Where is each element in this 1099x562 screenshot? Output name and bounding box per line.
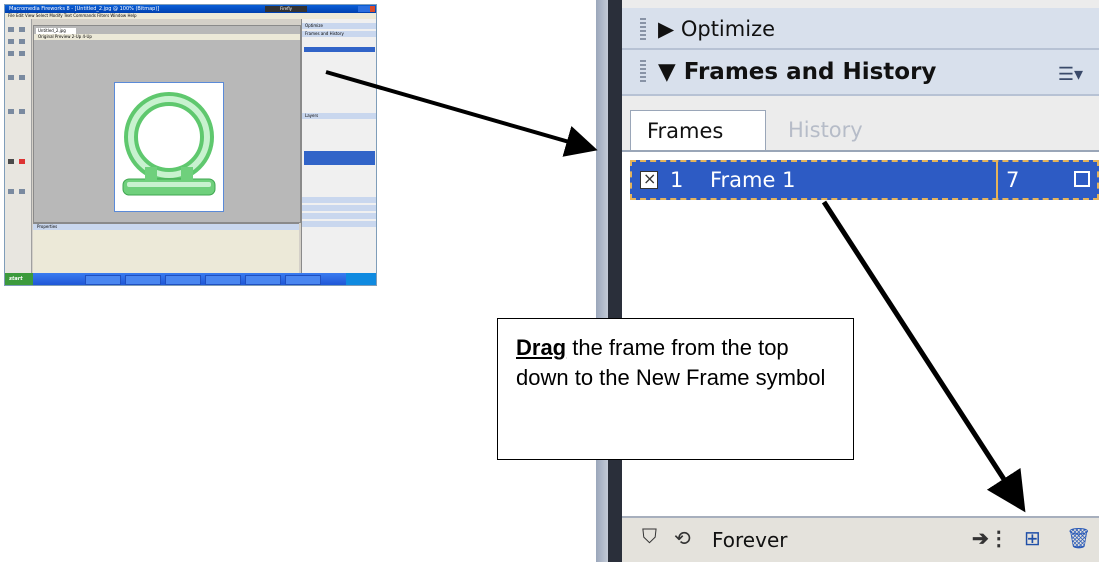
hotspot-tool-icon[interactable] [19,109,25,114]
thumb-panel-header[interactable] [302,205,376,211]
frames-history-panel-header[interactable]: ▼ Frames and History ☰▾ [622,50,1099,96]
thumb-panel-header[interactable] [302,213,376,219]
frame-check-icon[interactable] [640,161,658,197]
triangle-down-icon: ▼ [658,59,676,85]
distribute-icon[interactable]: ➔⋮ [972,526,1009,551]
taskbar-button[interactable] [85,275,121,285]
lasso-tool-icon[interactable] [19,39,25,44]
grip-icon[interactable] [640,18,646,42]
instruction-callout: Drag the frame from the top down to the … [497,318,854,460]
properties-panel: Properties [33,223,299,274]
zoom-tool-icon[interactable] [19,189,25,194]
frame-row[interactable]: 1 Frame 1 7 [630,160,1099,200]
triangle-right-icon: ▶ [658,17,675,41]
system-tray [346,273,376,285]
new-frame-icon[interactable]: ⊞ [1024,526,1041,551]
panel-edge [596,0,608,562]
grip-icon[interactable] [640,60,646,84]
thumb-panel-header[interactable] [302,197,376,203]
taskbar-button[interactable] [285,275,321,285]
window-title: Macromedia Fireworks 8 - [Untitled_2.jpg… [9,6,160,12]
frame-delay: 7 [1006,168,1020,192]
taskbar: start [5,273,376,285]
frame-export-square-icon[interactable] [1074,171,1090,187]
onion-skin-icon[interactable]: ⛉ [642,526,657,549]
start-button[interactable]: start [5,273,33,285]
taskbar-button[interactable] [165,275,201,285]
subselect-tool-icon[interactable] [19,27,25,32]
frame-number: 1 [670,168,684,192]
tab-history[interactable]: History [772,110,892,150]
green-ring-graphic [122,92,216,196]
fireworks-screenshot-thumbnail: Macromedia Fireworks 8 - [Untitled_2.jpg… [4,4,377,286]
thumb-frame-row[interactable] [304,47,375,52]
slice-tool-icon[interactable] [8,109,14,114]
thumb-frames-header[interactable]: Frames and History [302,31,376,37]
text-tool-icon[interactable] [19,75,25,80]
tab-frames[interactable]: Frames [630,110,766,150]
tools-panel [5,19,32,273]
panel-edge-dark [608,0,622,562]
pencil-tool-icon[interactable] [19,51,25,56]
thumb-optimize-header[interactable]: Optimize [302,23,376,29]
frames-bottom-bar: ⛉ ⟲ Forever ➔⋮ ⊞ 🗑 [622,516,1099,562]
canvas[interactable] [114,82,224,212]
finder-label: Firefly [265,6,307,12]
panel-tabs: Frames History [622,104,1099,152]
window-titlebar: Macromedia Fireworks 8 - [Untitled_2.jpg… [5,5,376,13]
document-window: Untitled_2.jpg Original Preview 2-Up 4-U… [33,25,301,223]
optimize-panel-header[interactable]: ▶ Optimize [622,8,1099,50]
right-panels: Optimize Frames and History Layers [301,19,376,273]
loop-icon[interactable]: ⟲ [674,526,691,551]
stroke-color-icon[interactable] [8,159,14,164]
optimize-header-label: ▶ Optimize [658,17,776,41]
options-menu-icon[interactable]: ☰▾ [1058,64,1083,85]
trash-icon[interactable]: 🗑 [1066,526,1091,551]
fill-color-icon[interactable] [19,159,25,164]
thumb-layers-header[interactable]: Layers [302,113,376,119]
frames-panel-crop: ▶ Optimize ▼ Frames and History ☰▾ Frame… [596,0,1099,562]
thumb-panel-header[interactable] [302,221,376,227]
document-view-bar[interactable]: Original Preview 2-Up 4-Up [34,34,300,40]
column-divider [996,162,998,198]
close-icon[interactable] [370,6,375,12]
hand-tool-icon[interactable] [8,189,14,194]
taskbar-button[interactable] [125,275,161,285]
callout-drag-word: Drag [516,335,567,360]
properties-header[interactable]: Properties [33,224,299,230]
pen-tool-icon[interactable] [8,75,14,80]
pointer-tool-icon[interactable] [8,27,14,32]
taskbar-button[interactable] [245,275,281,285]
frames-history-header-label: ▼ Frames and History [658,59,937,85]
loop-setting[interactable]: Forever [712,528,787,552]
thumb-layer-row[interactable] [304,151,375,165]
brush-tool-icon[interactable] [8,51,14,56]
taskbar-button[interactable] [205,275,241,285]
frame-name: Frame 1 [710,168,796,192]
marquee-tool-icon[interactable] [8,39,14,44]
